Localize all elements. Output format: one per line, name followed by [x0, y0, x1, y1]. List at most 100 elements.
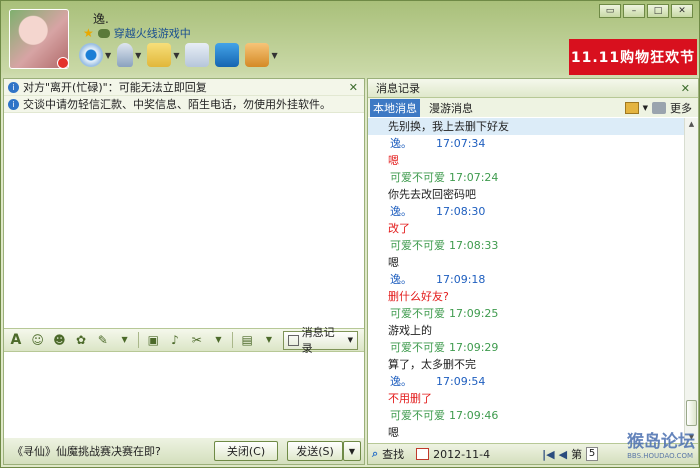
sender-name: 逸。 — [390, 375, 412, 388]
history-message-row: 你先去改回密码吧 — [368, 186, 684, 203]
chat-toolbar: ▼ ▼ ▼ ▼ — [79, 41, 278, 69]
scrollbar[interactable]: ▲ ▼ — [684, 118, 698, 443]
message-time: 17:09:46 — [449, 409, 499, 422]
promo-banner[interactable]: 11.11购物狂欢节 — [569, 39, 697, 75]
first-page-icon[interactable]: |◀ — [542, 448, 554, 461]
search-label[interactable]: 查找 — [382, 446, 404, 462]
close-icon[interactable]: ✕ — [671, 4, 693, 18]
message-text: 游戏上的 — [388, 324, 432, 337]
message-history-button[interactable]: 消息记录 ▼ — [282, 326, 359, 355]
security-notice: i 交谈中请勿轻信汇款、中奖信息、陌生电话，勿使用外挂软件。 — [4, 96, 364, 113]
history-label: 消息记录 — [301, 326, 335, 355]
history-message-row: 嗯 — [368, 254, 684, 271]
history-message-row: 不用删了 — [368, 390, 684, 407]
toolbox-icon[interactable]: ▤ — [239, 332, 255, 348]
remote-assist-button[interactable] — [215, 41, 240, 69]
send-file-button[interactable]: ▼ — [147, 41, 179, 69]
scroll-up-icon[interactable]: ▲ — [685, 118, 698, 130]
chevron-down-icon[interactable]: ▼ — [135, 51, 141, 60]
chevron-down-icon[interactable]: ▼ — [271, 51, 277, 60]
sender-name: 逸。 — [390, 205, 412, 218]
monitor-icon — [215, 43, 240, 67]
message-input[interactable] — [4, 353, 364, 438]
contact-status: ★ 穿越火线游戏中 — [83, 25, 191, 41]
tab-local-messages[interactable]: 本地消息 — [370, 98, 420, 117]
history-message-row: 嗯 — [368, 152, 684, 169]
chevron-down-icon[interactable]: ▼ — [117, 332, 133, 348]
chevron-down-icon: ▼ — [347, 336, 354, 344]
history-meta-row: 可爱不可爱 17:08:33 — [368, 237, 684, 254]
chevron-down-icon[interactable]: ▼ — [643, 104, 648, 112]
scroll-thumb[interactable] — [686, 400, 697, 426]
voice-call-button[interactable]: ▼ — [117, 41, 141, 69]
page-prefix: 第 — [571, 448, 583, 461]
notice-text: 交谈中请勿轻信汇款、中奖信息、陌生电话，勿使用外挂软件。 — [23, 98, 331, 111]
apps-button[interactable]: ▼ — [245, 41, 278, 69]
restore-icon[interactable]: ▭ — [599, 4, 621, 18]
chat-footer: 《寻仙》仙魔挑战赛决赛在即? 关闭(C) 发送(S) ▼ — [4, 438, 364, 464]
music-icon[interactable]: ♪ — [167, 332, 183, 348]
more-button[interactable]: 更多 — [670, 100, 692, 116]
history-meta-row: 逸。 17:09:54 — [368, 373, 684, 390]
minimize-icon[interactable]: – — [623, 4, 645, 18]
list-add-icon — [185, 43, 210, 67]
history-log[interactable]: 先别换，我上去删下好友 逸。 17:07:34 嗯可爱不可爱 17:07:24 你先去改回… — [368, 118, 684, 443]
message-time: 17:08:30 — [436, 205, 486, 218]
emoji-icon[interactable]: ☺ — [30, 332, 46, 348]
send-button[interactable]: 发送(S) — [287, 441, 343, 461]
message-time: 17:09:29 — [449, 341, 499, 354]
close-icon[interactable]: ✕ — [349, 81, 358, 94]
webcam-icon — [79, 43, 103, 67]
speaker-icon[interactable] — [652, 101, 666, 114]
chat-pane: i 对方"离开(忙碌)"：可能无法立即回复 ✕ i 交谈中请勿轻信汇款、中奖信息… — [3, 78, 365, 465]
window-controls: ▭ – □ ✕ — [599, 4, 693, 18]
history-panel-header: 消息记录 ✕ — [368, 79, 698, 98]
info-icon: i — [8, 81, 19, 93]
history-message-row: 改了 — [368, 220, 684, 237]
history-meta-row: 逸。 17:08:30 — [368, 203, 684, 220]
scissors-icon[interactable]: ✂ — [189, 332, 205, 348]
shake-icon[interactable]: ✿ — [73, 332, 89, 348]
history-panel-title: 消息记录 — [376, 82, 420, 95]
message-time: 17:07:34 — [436, 137, 486, 150]
message-text: 嗯 — [388, 154, 399, 167]
history-message-row: 算了，太多删不完 — [368, 356, 684, 373]
page-number-input[interactable]: 5 — [586, 447, 599, 461]
format-toolbar: A ☺ ☻ ✿ ✎ ▼ ▣ ♪ ✂ ▼ ▤ ▼ 消息记录 ▼ — [4, 326, 364, 355]
image-icon[interactable]: ▣ — [145, 332, 161, 348]
history-icon — [287, 334, 299, 346]
maximize-icon[interactable]: □ — [647, 4, 669, 18]
sender-name: 可爱不可爱 — [390, 239, 445, 252]
history-meta-row: 逸。 17:09:18 — [368, 271, 684, 288]
handwrite-icon[interactable]: ✎ — [95, 332, 111, 348]
promo-link[interactable]: 《寻仙》仙魔挑战赛决赛在即? — [12, 443, 161, 459]
message-text: 算了，太多删不完 — [388, 358, 476, 371]
close-icon[interactable]: ✕ — [681, 82, 690, 95]
away-notice: i 对方"离开(忙碌)"：可能无法立即回复 ✕ — [4, 79, 364, 96]
history-meta-row: 可爱不可爱 17:07:24 — [368, 169, 684, 186]
export-icon[interactable] — [624, 101, 639, 114]
calendar-icon[interactable] — [416, 448, 430, 460]
send-options-dropdown[interactable]: ▼ — [343, 441, 361, 461]
search-icon[interactable]: ⌕ — [372, 447, 378, 461]
close-button[interactable]: 关闭(C) — [214, 441, 278, 461]
history-meta-row: 逸。 17:07:34 — [368, 135, 684, 152]
create-group-button[interactable] — [185, 41, 210, 69]
magic-face-icon[interactable]: ☻ — [51, 332, 67, 348]
tab-roaming-messages[interactable]: 漫游消息 — [426, 99, 476, 117]
chevron-down-icon[interactable]: ▼ — [211, 332, 227, 348]
message-display[interactable] — [4, 113, 364, 346]
video-call-button[interactable]: ▼ — [79, 41, 111, 69]
status-text: 穿越火线游戏中 — [113, 27, 191, 40]
sender-name: 逸。 — [390, 137, 412, 150]
history-panel: 消息记录 ✕ 本地消息 漫游消息 ▼ 更多 先别换，我上去删下好友 逸。 17:07… — [367, 78, 699, 465]
chevron-down-icon[interactable]: ▼ — [105, 51, 111, 60]
star-icon: ★ — [83, 26, 94, 40]
prev-page-icon[interactable]: ◀ — [559, 448, 567, 461]
font-icon[interactable]: A — [8, 332, 24, 348]
message-time: 17:09:18 — [436, 273, 486, 286]
chevron-down-icon[interactable]: ▼ — [261, 332, 277, 348]
chevron-down-icon[interactable]: ▼ — [173, 51, 179, 60]
history-date[interactable]: 2012-11-4 — [433, 448, 490, 461]
message-time: 17:07:24 — [449, 171, 499, 184]
